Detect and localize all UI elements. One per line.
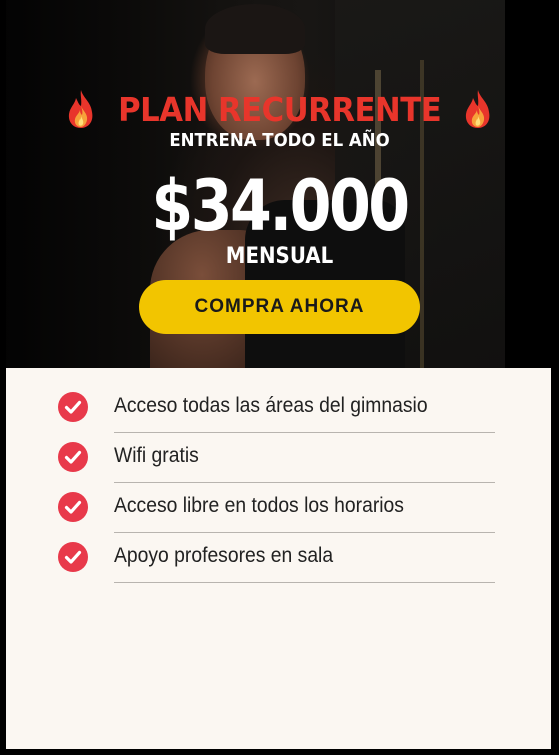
feature-divider	[114, 582, 495, 583]
feature-list: Acceso todas las áreas del gimnasio Wifi…	[6, 384, 551, 584]
feature-divider	[114, 482, 495, 483]
feature-divider	[114, 432, 495, 433]
fire-icon	[68, 90, 93, 128]
feature-label: Acceso todas las áreas del gimnasio	[114, 394, 428, 417]
check-circle-icon	[58, 392, 88, 422]
feature-divider	[114, 532, 495, 533]
pricing-card: PLAN RECURRENTE ENTRENA TODO EL AÑO $34.…	[0, 0, 559, 755]
feature-label: Apoyo profesores en sala	[114, 544, 334, 567]
feature-item: Acceso libre en todos los horarios	[6, 484, 551, 534]
buy-now-button[interactable]: COMPRA AHORA	[139, 280, 420, 334]
feature-item: Acceso todas las áreas del gimnasio	[6, 384, 551, 434]
feature-item: Wifi gratis	[6, 434, 551, 484]
feature-label: Wifi gratis	[114, 444, 199, 467]
feature-label: Acceso libre en todos los horarios	[114, 494, 404, 517]
plan-title-row: PLAN RECURRENTE	[0, 84, 559, 134]
plan-subtitle: ENTRENA TODO EL AÑO	[169, 130, 390, 151]
plan-period: MENSUAL	[225, 244, 334, 269]
check-circle-icon	[58, 442, 88, 472]
check-circle-icon	[58, 492, 88, 522]
plan-price: $34.000	[151, 165, 410, 247]
plan-title: PLAN RECURRENTE	[117, 89, 442, 129]
features-panel: Acceso todas las áreas del gimnasio Wifi…	[6, 368, 551, 749]
fire-icon	[466, 90, 490, 128]
check-circle-icon	[58, 542, 88, 572]
feature-item: Apoyo profesores en sala	[6, 534, 551, 584]
plan-header: PLAN RECURRENTE ENTRENA TODO EL AÑO $34.…	[0, 0, 559, 372]
